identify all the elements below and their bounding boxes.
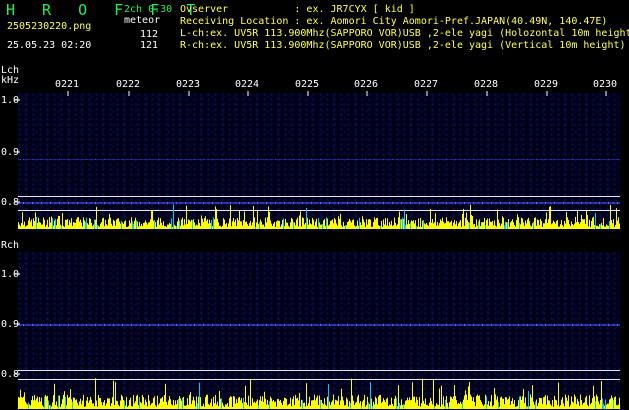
rch-activity-trace bbox=[18, 378, 620, 409]
hroft-screen: H R O F F T 2505230220.png 25.05.23 02:2… bbox=[0, 0, 629, 410]
trace-overlay bbox=[14, 91, 620, 409]
lch-activity-trace bbox=[18, 204, 620, 229]
